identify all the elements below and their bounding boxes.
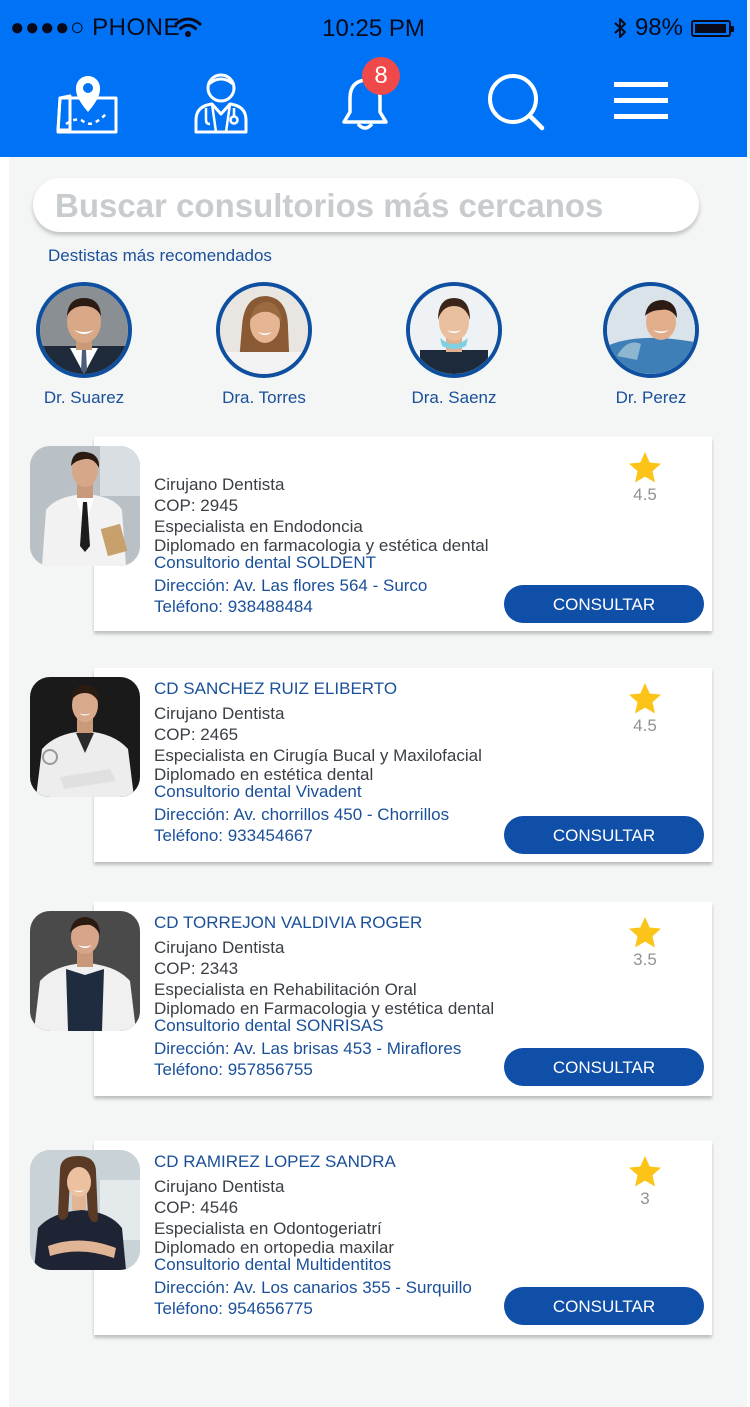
avatar xyxy=(216,282,312,378)
status-right-group: 98% xyxy=(613,14,734,42)
recommended-doctor-name: Dr. Suarez xyxy=(43,388,125,407)
battery-percent: 98% xyxy=(634,14,683,41)
search-icon[interactable] xyxy=(484,68,550,134)
dentist-name: CD TORREJON VALDIVIA ROGER xyxy=(154,913,423,932)
dentist-specialty: Especialista en Odontogeriatrí xyxy=(154,1219,382,1238)
recommended-doctor[interactable]: Dr. Suarez xyxy=(24,282,144,408)
dentist-cop: COP: 4546 xyxy=(154,1198,239,1217)
star-icon xyxy=(629,683,661,714)
avatar xyxy=(36,282,132,378)
dentist-photo xyxy=(30,911,140,1031)
dentist-name: CD SANCHEZ RUIZ ELIBERTO xyxy=(154,679,398,698)
dentist-diploma: Diplomado en farmacologia y estética den… xyxy=(154,536,489,555)
consult-button[interactable]: CONSULTAR xyxy=(504,1048,704,1086)
dentist-photo xyxy=(30,1150,140,1270)
clinic-name: Consultorio dental Vivadent xyxy=(154,782,362,801)
recommended-doctor-name: Dr. Perez xyxy=(615,388,687,407)
dentist-title: Cirujano Dentista xyxy=(154,475,285,494)
star-icon xyxy=(629,917,661,948)
dentist-specialty: Especialista en Rehabilitación Oral xyxy=(154,980,417,999)
top-nav-bar: ●●●●○ PHONE 10:25 PM 98% 8 xyxy=(0,0,747,157)
map-pin-icon[interactable] xyxy=(54,68,120,134)
dentist-diploma: Diplomado en Farmacologia y estética den… xyxy=(154,999,495,1018)
dentist-card: CD RAMIREZ LOPEZ SANDRA Cirujano Dentist… xyxy=(94,1141,712,1335)
dentist-card: Cirujano Dentista COP: 2945 Especialista… xyxy=(94,437,712,631)
screen-edge-left xyxy=(0,157,9,1407)
dentist-title: Cirujano Dentista xyxy=(154,938,285,957)
battery-fill xyxy=(695,23,727,33)
rating-value: 3.5 xyxy=(633,950,657,969)
dentist-diploma: Diplomado en estética dental xyxy=(154,765,374,784)
battery-icon xyxy=(691,19,734,37)
bluetooth-icon xyxy=(613,16,627,40)
star-icon xyxy=(629,1156,661,1187)
dentist-photo xyxy=(30,677,140,797)
dentist-card: CD SANCHEZ RUIZ ELIBERTO Cirujano Dentis… xyxy=(94,668,712,862)
dentist-cop: COP: 2465 xyxy=(154,725,239,744)
dentist-specialty: Especialista en Cirugía Bucal y Maxilofa… xyxy=(154,746,482,765)
consult-button[interactable]: CONSULTAR xyxy=(504,585,704,623)
doctor-icon[interactable] xyxy=(188,68,254,134)
dentist-card: CD TORREJON VALDIVIA ROGER Cirujano Dent… xyxy=(94,902,712,1096)
dentist-name: CD RAMIREZ LOPEZ SANDRA xyxy=(154,1152,396,1171)
clinic-name: Consultorio dental SONRISAS xyxy=(154,1016,384,1035)
recommended-doctor[interactable]: Dr. Perez xyxy=(591,282,711,408)
dentist-diploma: Diplomado en ortopedia maxilar xyxy=(154,1238,395,1257)
clinic-name: Consultorio dental SOLDENT xyxy=(154,553,377,572)
recommended-doctor[interactable]: Dra. Torres xyxy=(204,282,324,408)
recommended-label: Destistas más recomendados xyxy=(48,246,272,265)
dentist-photo xyxy=(30,446,140,566)
search-bar xyxy=(33,178,703,234)
dentist-title: Cirujano Dentista xyxy=(154,704,285,723)
search-input[interactable] xyxy=(53,178,703,234)
notification-badge: 8 xyxy=(362,57,400,95)
recommended-doctor-name: Dra. Saenz xyxy=(411,388,497,407)
avatar xyxy=(603,282,699,378)
dentist-title: Cirujano Dentista xyxy=(154,1177,285,1196)
dentist-specialty: Especialista en Endodoncia xyxy=(154,517,363,536)
menu-icon[interactable] xyxy=(608,68,674,134)
dentist-cop: COP: 2343 xyxy=(154,959,239,978)
star-icon xyxy=(629,452,661,483)
clinic-name: Consultorio dental Multidentitos xyxy=(154,1255,392,1274)
avatar xyxy=(406,282,502,378)
consult-button[interactable]: CONSULTAR xyxy=(504,1287,704,1325)
consult-button[interactable]: CONSULTAR xyxy=(504,816,704,854)
rating-value: 3 xyxy=(640,1189,650,1208)
rating-value: 4.5 xyxy=(633,716,657,735)
recommended-doctor-name: Dra. Torres xyxy=(222,388,306,407)
dentist-cop: COP: 2945 xyxy=(154,496,239,515)
rating-value: 4.5 xyxy=(633,485,657,504)
recommended-doctor[interactable]: Dra. Saenz xyxy=(394,282,514,408)
